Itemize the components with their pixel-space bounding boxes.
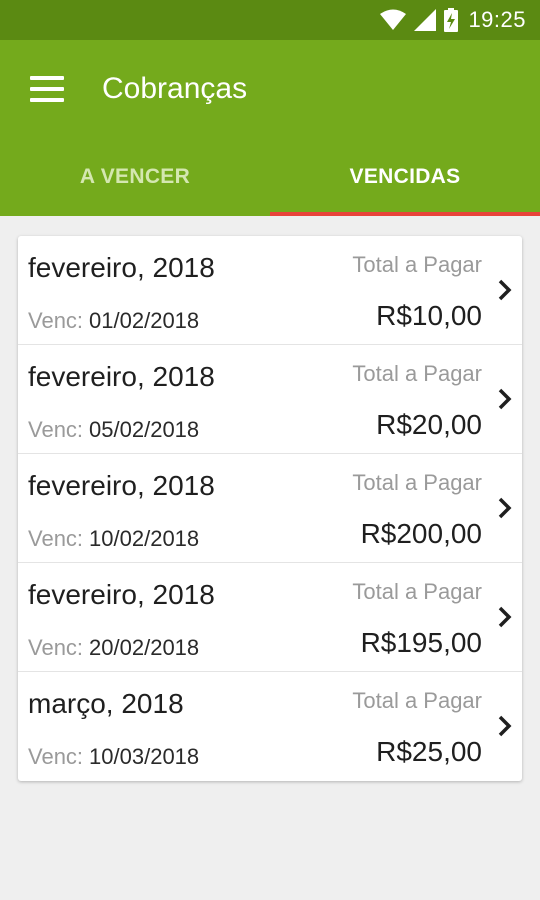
- status-time: 19:25: [468, 7, 526, 32]
- tab-a-vencer[interactable]: A VENCER: [0, 137, 270, 216]
- item-due: Venc: 10/03/2018: [28, 744, 199, 770]
- due-date: 20/02/2018: [89, 635, 200, 660]
- amount: R$195,00: [360, 627, 482, 658]
- chevron-right-icon: [498, 388, 512, 410]
- status-bar: 19:25: [0, 0, 540, 40]
- due-label: Venc:: [28, 417, 84, 442]
- item-month: fevereiro, 2018: [28, 470, 215, 501]
- tab-vencidas[interactable]: VENCIDAS: [270, 137, 540, 216]
- chevron-right-icon: [498, 497, 512, 519]
- wifi-icon: [380, 9, 407, 30]
- total-label: Total a Pagar: [352, 361, 482, 386]
- list-item[interactable]: março, 2018 Venc: 10/03/2018 Total a Paga…: [18, 672, 522, 781]
- item-due: Venc: 05/02/2018: [28, 417, 199, 443]
- due-date: 05/02/2018: [89, 417, 200, 442]
- due-date: 10/03/2018: [89, 744, 200, 769]
- charges-list: fevereiro, 2018 Venc: 01/02/2018 Total a …: [18, 236, 522, 781]
- item-due: Venc: 10/02/2018: [28, 526, 199, 552]
- amount: R$200,00: [360, 518, 482, 549]
- list-item[interactable]: fevereiro, 2018 Venc: 05/02/2018 Total a …: [18, 345, 522, 454]
- chevron-right-icon: [498, 715, 512, 737]
- due-label: Venc:: [28, 744, 84, 769]
- amount: R$20,00: [376, 409, 482, 440]
- list-item[interactable]: fevereiro, 2018 Venc: 20/02/2018 Total a …: [18, 563, 522, 672]
- item-due: Venc: 01/02/2018: [28, 308, 199, 334]
- amount: R$25,00: [376, 736, 482, 767]
- due-date: 01/02/2018: [89, 308, 200, 333]
- chevron-right-icon: [498, 606, 512, 628]
- tab-bar: A VENCER VENCIDAS: [0, 137, 540, 216]
- hamburger-menu-icon[interactable]: [30, 75, 64, 102]
- item-due: Venc: 20/02/2018: [28, 635, 199, 661]
- due-label: Venc:: [28, 526, 84, 551]
- toolbar: Cobranças: [0, 40, 540, 137]
- total-label: Total a Pagar: [352, 579, 482, 604]
- list-item[interactable]: fevereiro, 2018 Venc: 10/02/2018 Total a …: [18, 454, 522, 563]
- due-date: 10/02/2018: [89, 526, 200, 551]
- total-label: Total a Pagar: [352, 252, 482, 277]
- item-month: fevereiro, 2018: [28, 361, 215, 392]
- due-label: Venc:: [28, 635, 84, 660]
- total-label: Total a Pagar: [352, 470, 482, 495]
- item-month: fevereiro, 2018: [28, 579, 215, 610]
- item-month: março, 2018: [28, 688, 184, 719]
- list-item[interactable]: fevereiro, 2018 Venc: 01/02/2018 Total a …: [18, 236, 522, 345]
- page-title: Cobranças: [102, 71, 248, 105]
- signal-icon: [414, 9, 437, 31]
- due-label: Venc:: [28, 308, 84, 333]
- battery-charging-icon: [444, 8, 459, 32]
- amount: R$10,00: [376, 300, 482, 331]
- status-icons: [380, 8, 459, 32]
- chevron-right-icon: [498, 279, 512, 301]
- app-bar: Cobranças A VENCER VENCIDAS: [0, 40, 540, 216]
- total-label: Total a Pagar: [352, 688, 482, 713]
- item-month: fevereiro, 2018: [28, 252, 215, 283]
